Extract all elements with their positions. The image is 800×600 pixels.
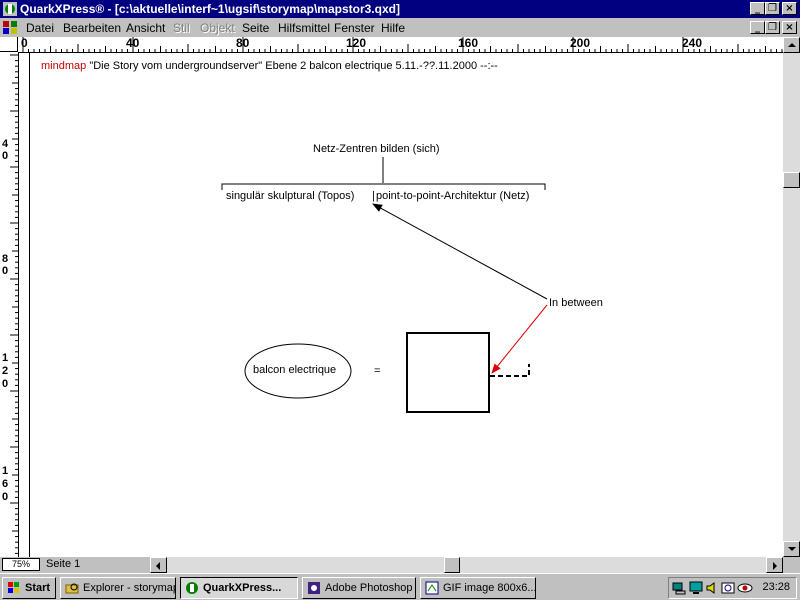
restore-icon: ❐	[768, 3, 777, 14]
taskbar-clock[interactable]: 23:28	[762, 581, 790, 593]
menu-bar: Datei Bearbeiten Ansicht Stil Objekt Sei…	[0, 18, 800, 37]
ruler-label: 40	[126, 37, 140, 50]
arrow-to-topos	[372, 203, 548, 300]
doc-close-button[interactable]: ×	[782, 21, 797, 34]
menu-datei[interactable]: Datei	[26, 21, 54, 35]
task-label: QuarkXPress...	[203, 582, 282, 594]
mindmap-diagram	[221, 157, 548, 413]
task-gif-image[interactable]: GIF image 800x6...	[420, 577, 536, 599]
ruler-label: 2	[2, 365, 9, 377]
ruler-label: 1	[2, 465, 9, 477]
node-right: point-to-point-Architektur (Netz)	[376, 190, 530, 202]
minimize-icon: _	[755, 22, 760, 33]
quarkxpress-app-icon[interactable]	[2, 1, 18, 17]
menu-seite[interactable]: Seite	[242, 21, 269, 35]
ruler-label: 4	[2, 138, 9, 150]
menu-hilfsmittel[interactable]: Hilfsmittel	[278, 21, 330, 35]
ruler-label: 0	[2, 265, 9, 277]
ruler-label: 0	[2, 378, 9, 390]
scroll-right-button[interactable]	[766, 557, 783, 573]
ruler-label: 0	[2, 150, 9, 162]
arrow-to-box	[491, 304, 548, 374]
ruler-label: 80	[236, 37, 250, 50]
restore-icon: ❐	[768, 22, 777, 33]
ruler-label: 8	[2, 253, 9, 265]
ruler-origin[interactable]	[0, 37, 18, 52]
monitor-icon[interactable]	[689, 581, 703, 595]
node-top: Netz-Zentren bilden (sich)	[313, 143, 440, 155]
node-separator: |	[372, 190, 375, 202]
explorer-icon	[65, 583, 79, 594]
eye-icon[interactable]	[737, 581, 753, 595]
photoshop-icon	[308, 582, 320, 594]
restore-button[interactable]: ❐	[765, 2, 780, 15]
scroll-down-button[interactable]	[783, 541, 800, 557]
quarkxpress-icon	[186, 582, 198, 594]
scroll-thumb[interactable]	[444, 557, 460, 573]
task-explorer[interactable]: Explorer - storymap	[60, 577, 176, 599]
task-label: GIF image 800x6...	[443, 582, 536, 594]
ruler-label: 1	[2, 352, 9, 364]
ruler-label: 200	[570, 37, 591, 50]
node-left: singulär skulptural (Topos)	[226, 190, 355, 202]
scroll-up-button[interactable]	[783, 37, 800, 53]
arrow-up-icon	[788, 43, 796, 47]
menu-hilfe[interactable]: Hilfe	[381, 21, 405, 35]
zoom-field[interactable]: 75%	[2, 558, 40, 571]
horizontal-ruler[interactable]: 0 40 80 120 160 200 240	[18, 37, 783, 53]
doc-restore-button[interactable]: ❐	[765, 21, 780, 34]
scroll-thumb[interactable]	[783, 172, 800, 188]
speaker-icon[interactable]	[705, 581, 719, 595]
arrow-left-icon	[156, 562, 160, 570]
task-photoshop[interactable]: Adobe Photoshop	[302, 577, 416, 599]
ruler-label: 0	[2, 491, 9, 503]
browser-icon	[425, 581, 439, 595]
ruler-label: 6	[2, 478, 9, 490]
close-icon: ×	[785, 3, 794, 14]
start-label: Start	[25, 582, 51, 594]
menu-stil[interactable]: Stil	[173, 21, 190, 35]
menu-objekt[interactable]: Objekt	[200, 21, 235, 35]
taskbar: Start Explorer - storymap QuarkXPress...…	[0, 573, 800, 600]
horizontal-scrollbar[interactable]	[150, 557, 783, 573]
node-ellipse-label: balcon electrique	[253, 364, 337, 376]
equals-sign: =	[374, 365, 381, 377]
arrow-right-icon	[773, 562, 777, 570]
task-label: Explorer - storymap	[83, 582, 176, 594]
doc-minimize-button[interactable]: _	[750, 21, 765, 34]
task-quarkxpress[interactable]: QuarkXPress...	[180, 577, 298, 599]
ruler-label: 120	[346, 37, 367, 50]
windows-logo-icon	[8, 582, 19, 593]
scheduler-icon[interactable]	[721, 581, 735, 595]
close-icon: ×	[785, 22, 794, 33]
node-between: In between	[549, 297, 603, 309]
task-label: Adobe Photoshop	[325, 582, 413, 594]
ruler-label: 0	[21, 37, 28, 50]
square-box	[406, 332, 490, 413]
menu-bearbeiten[interactable]: Bearbeiten	[63, 21, 121, 35]
scroll-left-button[interactable]	[150, 557, 167, 573]
vertical-scrollbar[interactable]	[783, 37, 800, 557]
minimize-button[interactable]: _	[750, 2, 765, 15]
ruler-label: 240	[682, 37, 703, 50]
dashed-extension	[490, 364, 530, 377]
system-tray: 23:28	[668, 577, 797, 599]
menu-ansicht[interactable]: Ansicht	[126, 21, 165, 35]
document-icon[interactable]	[2, 19, 18, 35]
document-canvas[interactable]: mindmap "Die Story vom undergroundserver…	[19, 53, 783, 557]
title-bar[interactable]: QuarkXPress® - [c:\aktuelle\interf~1\ugs…	[0, 0, 800, 18]
window-title: QuarkXPress® - [c:\aktuelle\interf~1\ugs…	[20, 2, 400, 16]
minimize-icon: _	[755, 3, 760, 14]
menu-fenster[interactable]: Fenster	[334, 21, 375, 35]
document-status-bar: 75% Seite 1	[0, 557, 800, 573]
ruler-label: 160	[458, 37, 479, 50]
start-button[interactable]: Start	[2, 577, 56, 599]
page-indicator[interactable]: Seite 1	[46, 558, 80, 570]
arrow-down-icon	[788, 547, 796, 551]
size-grip[interactable]	[783, 557, 800, 573]
close-button[interactable]: ×	[782, 2, 797, 15]
vertical-ruler[interactable]: 4 0 8 0 1 2 0 1 6 0	[0, 52, 19, 557]
network-icon[interactable]	[672, 581, 686, 595]
